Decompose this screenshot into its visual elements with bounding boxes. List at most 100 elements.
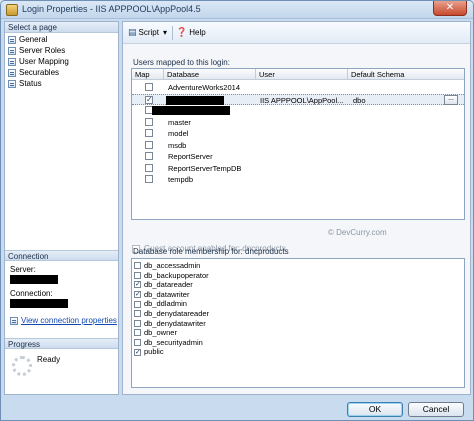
table-row[interactable]: ReportServerTempDB xyxy=(132,163,464,174)
page-icon xyxy=(8,68,16,77)
col-user[interactable]: User xyxy=(256,69,348,80)
list-item[interactable]: db_backupoperator xyxy=(132,271,464,281)
schema-browse-button[interactable]: ... xyxy=(444,94,458,105)
role-label: db_owner xyxy=(144,328,177,338)
role-membership-list: db_accessadmin db_backupoperator ✓ db_datar… xyxy=(131,258,465,388)
connection-properties-icon xyxy=(10,316,18,325)
user-cell[interactable]: IIS APPPOOL\AppPool... xyxy=(260,95,348,106)
table-row[interactable]: ReportServer xyxy=(132,151,464,162)
list-item[interactable]: ✓ db_datawriter xyxy=(132,290,464,300)
schema-cell[interactable] xyxy=(353,151,441,162)
table-row[interactable]: ✓ IIS APPPOOL\AppPool... dbo... xyxy=(132,93,464,106)
connection-label: Connection: xyxy=(10,289,53,298)
user-cell[interactable] xyxy=(260,174,348,185)
script-label: Script xyxy=(138,28,159,37)
script-icon: ▤ xyxy=(128,27,137,37)
page-item-status[interactable]: Status xyxy=(8,78,118,89)
user-cell[interactable] xyxy=(260,105,348,116)
user-cell[interactable] xyxy=(260,140,348,151)
list-item[interactable]: db_accessadmin xyxy=(132,261,464,271)
list-item[interactable]: ✓ db_datareader xyxy=(132,280,464,290)
list-item[interactable]: db_owner xyxy=(132,328,464,338)
table-row[interactable] xyxy=(132,105,464,116)
page-item-server-roles[interactable]: Server Roles xyxy=(8,45,118,56)
server-value-redacted xyxy=(10,275,58,284)
list-item[interactable]: ✓ public xyxy=(132,347,464,357)
list-item[interactable]: db_denydatareader xyxy=(132,309,464,319)
users-mapped-label: Users mapped to this login: xyxy=(133,58,230,67)
col-map[interactable]: Map xyxy=(132,69,164,80)
schema-cell[interactable] xyxy=(353,105,441,116)
role-checkbox[interactable] xyxy=(134,300,141,308)
ok-button[interactable]: OK xyxy=(347,402,403,417)
script-button[interactable]: ▤ Script ▾ xyxy=(128,27,167,38)
col-default-schema[interactable]: Default Schema xyxy=(348,69,464,80)
dialog-footer: OK Cancel xyxy=(1,397,473,420)
database-cell: master xyxy=(168,117,191,127)
role-membership-label: Database role membership for: dncproduct… xyxy=(133,247,289,256)
map-checkbox[interactable] xyxy=(145,117,153,126)
map-checkbox[interactable] xyxy=(145,175,153,183)
list-item[interactable]: db_denydatawriter xyxy=(132,319,464,329)
role-checkbox[interactable] xyxy=(134,310,141,318)
user-cell[interactable] xyxy=(260,163,348,174)
database-cell: ReportServer xyxy=(168,152,213,161)
table-row[interactable]: master xyxy=(132,117,464,128)
cancel-button[interactable]: Cancel xyxy=(408,402,464,417)
help-icon: ❓ xyxy=(176,27,188,37)
page-icon xyxy=(8,57,16,66)
page-icon xyxy=(8,35,16,44)
map-checkbox[interactable] xyxy=(145,83,153,91)
help-button[interactable]: ❓ Help xyxy=(176,27,206,38)
schema-cell[interactable]: dbo xyxy=(353,95,441,106)
col-database[interactable]: Database xyxy=(164,69,256,80)
table-row[interactable]: msdb xyxy=(132,140,464,151)
table-row[interactable]: tempdb xyxy=(132,174,464,185)
script-dropdown-icon[interactable]: ▾ xyxy=(163,28,167,37)
role-checkbox[interactable] xyxy=(134,319,141,327)
close-button[interactable]: ✕ xyxy=(433,1,467,16)
role-label: db_denydatawriter xyxy=(144,318,206,328)
map-checkbox[interactable] xyxy=(145,152,153,160)
role-checkbox[interactable]: ✓ xyxy=(134,291,141,299)
view-connection-properties-link[interactable]: View connection properties xyxy=(21,316,117,325)
database-redacted xyxy=(152,106,230,115)
role-checkbox[interactable] xyxy=(134,271,141,279)
map-checkbox[interactable] xyxy=(145,140,153,149)
table-row[interactable]: AdventureWorks2014 xyxy=(132,82,464,93)
role-label: db_datawriter xyxy=(144,289,190,299)
role-label: db_accessadmin xyxy=(144,261,201,270)
schema-cell[interactable] xyxy=(353,128,441,139)
map-checkbox[interactable]: ✓ xyxy=(145,95,153,104)
list-item[interactable]: db_securityadmin xyxy=(132,338,464,348)
schema-cell[interactable] xyxy=(353,163,441,174)
role-label: db_backupoperator xyxy=(144,270,209,280)
role-checkbox[interactable] xyxy=(134,329,141,337)
user-cell[interactable] xyxy=(260,151,348,162)
schema-cell[interactable] xyxy=(353,117,441,128)
progress-section: Progress Ready xyxy=(5,338,118,376)
user-cell[interactable] xyxy=(260,128,348,139)
schema-cell[interactable] xyxy=(353,82,441,93)
list-item[interactable]: db_ddladmin xyxy=(132,299,464,309)
user-cell[interactable] xyxy=(260,82,348,93)
right-pane: ▤ Script ▾ ❓ Help Users mapped to this l… xyxy=(122,21,471,395)
role-checkbox[interactable] xyxy=(134,262,141,270)
page-item-user-mapping[interactable]: User Mapping xyxy=(8,56,118,67)
table-row[interactable]: model xyxy=(132,128,464,139)
map-checkbox[interactable] xyxy=(145,129,153,137)
user-cell[interactable] xyxy=(260,117,348,128)
page-item-general[interactable]: General xyxy=(8,34,118,45)
role-checkbox[interactable]: ✓ xyxy=(134,348,141,356)
role-label: public xyxy=(144,347,164,357)
schema-cell[interactable] xyxy=(353,174,441,185)
app-icon xyxy=(6,4,18,16)
page-item-securables[interactable]: Securables xyxy=(8,67,118,78)
left-pane: Select a page General Server Roles User … xyxy=(4,21,119,395)
toolbar: ▤ Script ▾ ❓ Help xyxy=(123,22,470,44)
role-checkbox[interactable]: ✓ xyxy=(134,281,141,289)
title-bar: Login Properties - IIS APPPOOL\AppPool4.… xyxy=(1,1,473,19)
schema-cell[interactable] xyxy=(353,140,441,151)
map-checkbox[interactable] xyxy=(145,163,153,172)
role-checkbox[interactable] xyxy=(134,339,141,347)
